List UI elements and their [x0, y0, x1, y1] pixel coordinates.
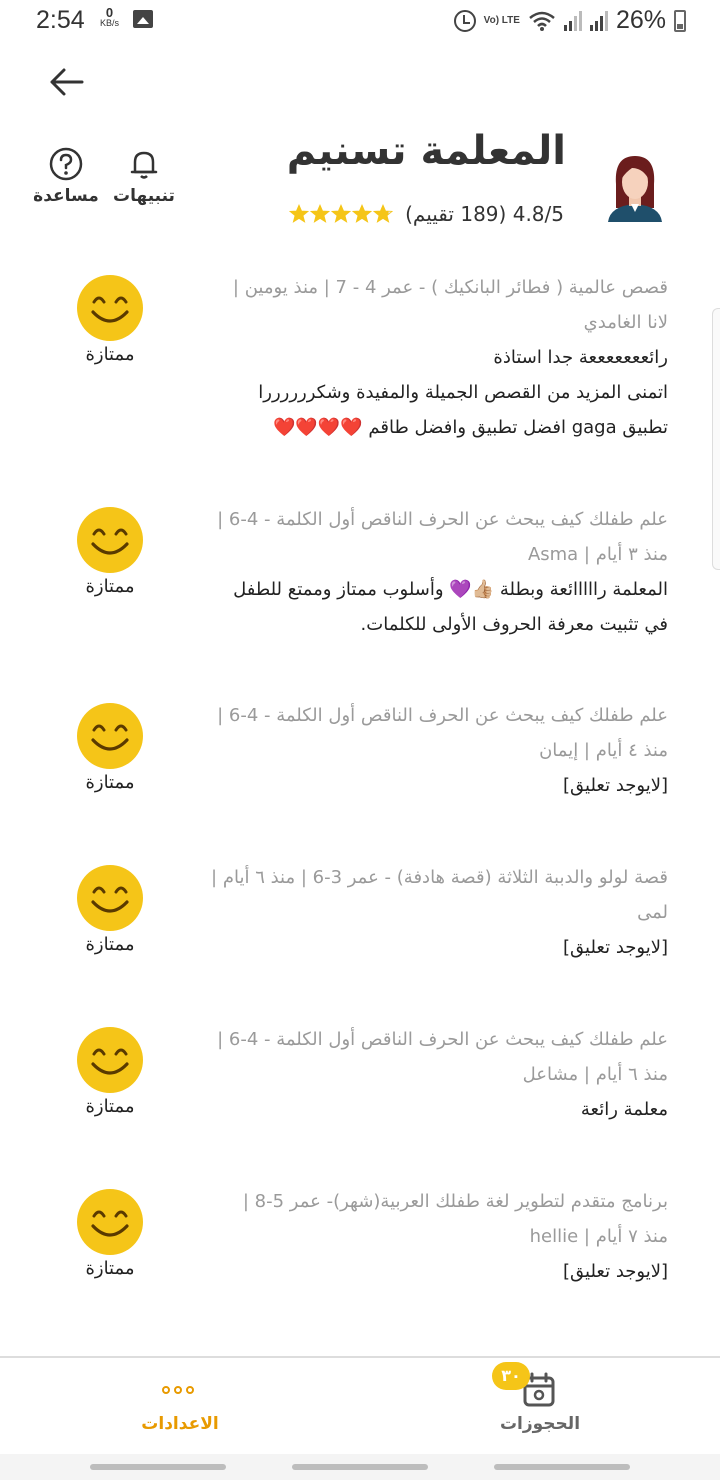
- notifications-button[interactable]: تنبيهات: [104, 146, 184, 206]
- review-meta-line: منذ ٣ أيام | Asma: [527, 544, 668, 565]
- notifications-label: تنبيهات: [113, 186, 175, 206]
- review-comment-line: [لايوجد تعليق]: [562, 937, 668, 958]
- review-meta-line: قصص عالمية ( فطائر البانكيك ) - عمر 4 - …: [232, 277, 668, 298]
- help-label: مساعدة: [33, 186, 99, 206]
- help-icon: [49, 147, 83, 181]
- smiley-face-icon: [77, 703, 143, 769]
- bookings-badge: ٣٠: [492, 1362, 530, 1390]
- gesture-pill[interactable]: [292, 1464, 428, 1470]
- review-grade: ممتازة: [85, 934, 135, 955]
- teacher-name: المعلمة تسنيم: [286, 128, 566, 174]
- review-meta-line: علم طفلك كيف يبحث عن الحرف الناقص أول ال…: [217, 1029, 668, 1050]
- smiley-face-icon: [77, 1189, 143, 1255]
- review-comment-line: اتمنى المزيد من القصص الجميلة والمفيدة و…: [258, 382, 668, 403]
- star-icon: [373, 204, 394, 223]
- signal-1-icon: [563, 10, 582, 31]
- rating-text: 4.8/5 (189 تقييم): [405, 202, 564, 226]
- review-meta-line: لانا الغامدي: [583, 312, 668, 333]
- review-comment-line: في تثبيت معرفة الحروف الأولى للكلمات.: [360, 614, 668, 635]
- volte-indicator: Vo) LTE: [483, 14, 520, 26]
- net-speed: 0 KB/s: [100, 5, 120, 28]
- review-grade: ممتازة: [85, 344, 135, 365]
- rating-stars: [289, 204, 394, 224]
- review-meta-line: منذ ٧ أيام | hellie: [529, 1226, 668, 1247]
- alarm-icon: [453, 9, 476, 32]
- review-meta-line: لمى: [637, 902, 668, 923]
- review-grade: ممتازة: [85, 576, 135, 597]
- bell-icon: [130, 151, 158, 179]
- gesture-pill[interactable]: [90, 1464, 226, 1470]
- back-arrow-icon[interactable]: [46, 64, 86, 100]
- star-icon: [352, 204, 373, 223]
- review-comment-line: تطبيق gaga افضل تطبيق وافضل طاقم ❤️❤️❤️❤…: [273, 417, 668, 438]
- smiley-face-icon: [77, 275, 143, 341]
- wifi-icon: [529, 11, 555, 31]
- review-grade: ممتازة: [85, 772, 135, 793]
- signal-2-icon: [589, 10, 608, 31]
- more-dots-icon: [162, 1386, 194, 1394]
- review-grade: ممتازة: [85, 1258, 135, 1279]
- review-comment-line: [لايوجد تعليق]: [562, 775, 668, 796]
- bottom-nav: الاعدادات ٣٠ الحجوزات: [0, 1356, 720, 1454]
- status-time: 2:54: [36, 6, 85, 34]
- review-comment-line: رائعععععععة جدا استاذة: [493, 347, 668, 368]
- nav-bookings[interactable]: ٣٠ الحجوزات: [420, 1358, 660, 1456]
- smiley-face-icon: [77, 507, 143, 573]
- review-meta-line: علم طفلك كيف يبحث عن الحرف الناقص أول ال…: [217, 705, 668, 726]
- help-button[interactable]: مساعدة: [26, 146, 106, 206]
- nav-bookings-label: الحجوزات: [499, 1414, 581, 1434]
- review-comment-line: [لايوجد تعليق]: [562, 1261, 668, 1282]
- review-comment-line: المعلمة رااااائعة وبطلة 👍🏼💜 وأسلوب ممتاز…: [233, 579, 668, 600]
- review-meta-line: برنامج متقدم لتطوير لغة طفلك العربية(شهر…: [242, 1191, 668, 1212]
- battery-percent: 26%: [615, 6, 666, 34]
- review-meta-line: منذ ٤ أيام | إيمان: [539, 740, 668, 761]
- smiley-face-icon: [77, 1027, 143, 1093]
- star-icon: [289, 204, 310, 223]
- status-bar: 2:54 0 KB/s Vo) LTE 26%: [0, 0, 720, 42]
- gallery-notification-icon: [133, 10, 153, 28]
- teacher-avatar: [608, 156, 662, 222]
- star-icon: [310, 204, 331, 223]
- net-speed-unit: KB/s: [100, 18, 120, 28]
- nav-settings[interactable]: الاعدادات: [60, 1358, 300, 1456]
- smiley-face-icon: [77, 865, 143, 931]
- rating-summary: 4.8/5 (189 تقييم): [289, 202, 564, 226]
- nav-settings-label: الاعدادات: [141, 1414, 219, 1434]
- system-gesture-bar: [0, 1454, 720, 1480]
- star-icon: [331, 204, 352, 223]
- gesture-pill[interactable]: [494, 1464, 630, 1470]
- review-meta-line: قصة لولو والدببة الثلاثة (قصة هادفة) - ع…: [211, 867, 668, 888]
- battery-icon: [674, 9, 686, 32]
- scrollbar[interactable]: [712, 308, 720, 570]
- review-grade: ممتازة: [85, 1096, 135, 1117]
- review-comment-line: معلمة رائعة: [580, 1099, 668, 1120]
- net-speed-value: 0: [105, 5, 114, 20]
- review-meta-line: علم طفلك كيف يبحث عن الحرف الناقص أول ال…: [217, 509, 668, 530]
- review-meta-line: منذ ٦ أيام | مشاعل: [522, 1064, 668, 1085]
